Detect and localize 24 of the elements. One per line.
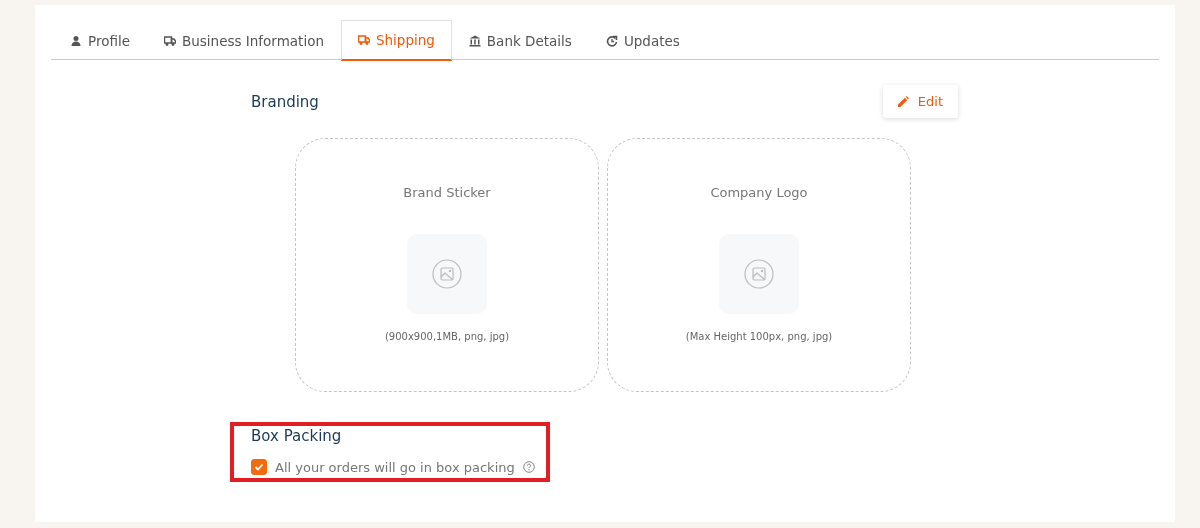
section-title: Branding bbox=[251, 92, 319, 111]
tab[interactable]: Business Information bbox=[147, 20, 341, 60]
image-icon bbox=[432, 259, 462, 289]
upload-label: Brand Sticker bbox=[403, 185, 491, 200]
checkbox-label: All your orders will go in box packing bbox=[275, 459, 515, 475]
truck-icon bbox=[164, 34, 176, 47]
upload-hint: (Max Height 100px, png, jpg) bbox=[685, 331, 833, 342]
truck-icon bbox=[357, 34, 370, 46]
section-title: Box Packing bbox=[251, 427, 343, 445]
tab[interactable]: Bank Details bbox=[451, 20, 589, 60]
upload-hint: (900x900,1MB, png, jpg) bbox=[384, 331, 510, 342]
bank-icon bbox=[468, 34, 481, 47]
help-icon[interactable] bbox=[522, 461, 535, 473]
upload-card[interactable]: Brand Sticker (900x900,1MB, png, jpg) bbox=[295, 138, 599, 392]
checkbox[interactable] bbox=[251, 459, 267, 475]
refresh-icon bbox=[605, 34, 618, 47]
pencil-icon bbox=[897, 96, 909, 107]
person-icon bbox=[70, 34, 82, 47]
upload-card[interactable]: Company Logo (Max Height 100px, png, jpg) bbox=[607, 138, 911, 392]
image-icon bbox=[744, 259, 774, 289]
upload-label: Company Logo bbox=[710, 185, 808, 200]
checkmark-icon bbox=[254, 462, 264, 472]
tab[interactable]: Updates bbox=[588, 20, 697, 60]
tab[interactable]: Profile bbox=[53, 20, 147, 60]
